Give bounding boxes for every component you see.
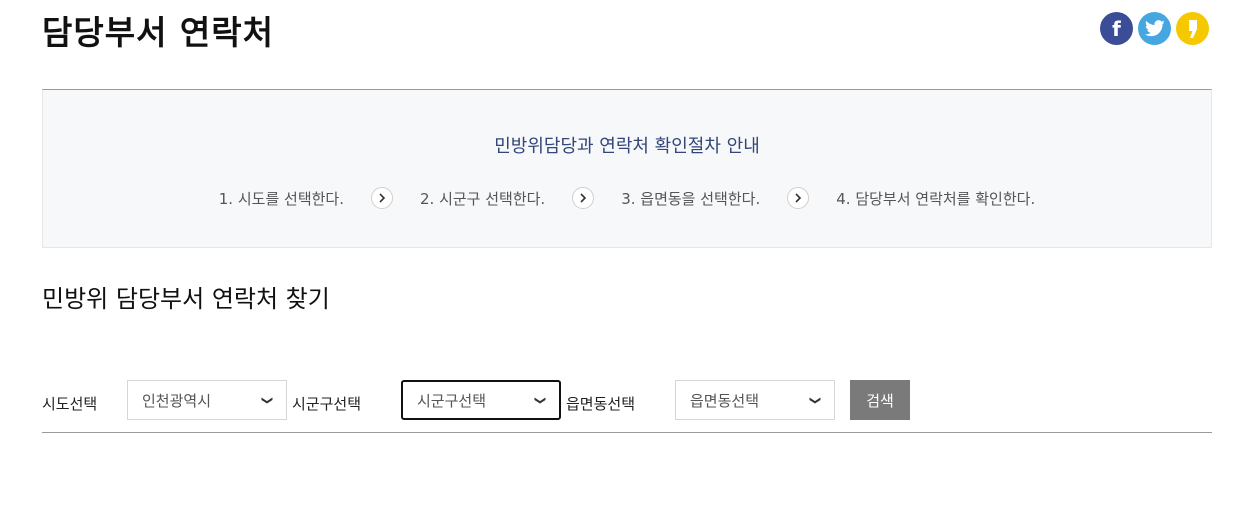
eupmyeondong-select-value: 읍면동선택 <box>690 391 760 410</box>
guide-step-1: 1. 시도를 선택한다. <box>218 189 344 208</box>
section-title: 민방위 담당부서 연락처 찾기 <box>42 285 330 313</box>
twitter-icon <box>1144 20 1165 37</box>
guide-title: 민방위담당과 연락처 확인절차 안내 <box>494 136 760 157</box>
chevron-down-icon: ❯ <box>808 395 822 405</box>
search-button[interactable]: 검색 <box>850 380 910 420</box>
chevron-right-icon <box>787 187 810 209</box>
twitter-share-button[interactable] <box>1138 12 1171 45</box>
share-buttons: f <box>1100 12 1209 45</box>
search-form: 시도선택 인천광역시 ❯ 시군구선택 시군구선택 ❯ 읍면동선택 읍면동선택 ❯… <box>42 379 1212 433</box>
facebook-icon: f <box>1112 16 1121 41</box>
chevron-down-icon: ❯ <box>260 395 274 405</box>
eupmyeondong-select[interactable]: 읍면동선택 ❯ <box>675 380 835 420</box>
sido-select[interactable]: 인천광역시 ❯ <box>127 380 287 420</box>
kakaostory-icon <box>1188 19 1197 38</box>
kakaostory-share-button[interactable] <box>1176 12 1209 45</box>
sido-label: 시도선택 <box>42 395 98 413</box>
sigungu-select-value: 시군구선택 <box>417 391 487 410</box>
sigungu-select[interactable]: 시군구선택 ❯ <box>401 380 561 420</box>
guide-step-3: 3. 읍면동을 선택한다. <box>621 189 761 208</box>
facebook-share-button[interactable]: f <box>1100 12 1133 45</box>
sido-select-value: 인천광역시 <box>142 391 212 410</box>
guide-steps: 1. 시도를 선택한다. 2. 시군구 선택한다. 3. 읍면동을 선택한다. … <box>43 187 1211 209</box>
procedure-guide-box: 민방위담당과 연락처 확인절차 안내 1. 시도를 선택한다. 2. 시군구 선… <box>42 89 1212 248</box>
guide-step-2: 2. 시군구 선택한다. <box>419 189 546 208</box>
page-title: 담당부서 연락처 <box>42 13 275 52</box>
eupmyeondong-label: 읍면동선택 <box>566 395 636 413</box>
chevron-right-icon <box>370 187 393 209</box>
chevron-down-icon: ❯ <box>533 395 547 405</box>
chevron-right-icon <box>572 187 595 209</box>
guide-step-4: 4. 담당부서 연락처를 확인한다. <box>836 189 1036 208</box>
sigungu-label: 시군구선택 <box>292 395 362 413</box>
